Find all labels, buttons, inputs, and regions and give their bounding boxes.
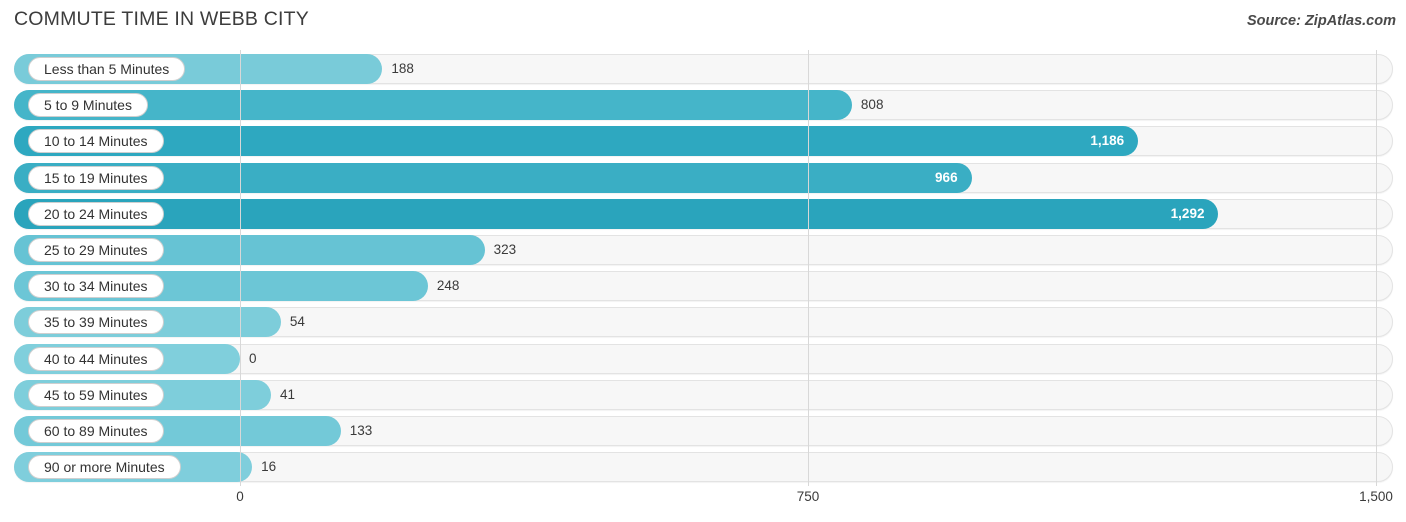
bar-value-label: 966 bbox=[935, 169, 958, 185]
bar-row[interactable]: 35 to 39 Minutes 54 bbox=[14, 307, 1393, 338]
bar-category-label: Less than 5 Minutes bbox=[28, 57, 186, 81]
bar-fill bbox=[14, 198, 1219, 229]
bar-value-label: 248 bbox=[436, 278, 460, 294]
bar-category-label: 45 to 59 Minutes bbox=[28, 382, 164, 407]
bar-row[interactable]: 40 to 44 Minutes 0 bbox=[14, 343, 1393, 374]
bar-row[interactable]: 15 to 19 Minutes 966 bbox=[14, 162, 1393, 193]
bar-row[interactable]: Less than 5 Minutes 188 bbox=[14, 54, 1393, 84]
bar-value-label: 188 bbox=[391, 61, 414, 76]
bar-row[interactable]: 20 to 24 Minutes 1,292 bbox=[14, 198, 1393, 229]
bar-value-label: 1,292 bbox=[1170, 205, 1205, 221]
bar-category-label: 60 to 89 Minutes bbox=[28, 419, 164, 443]
commute-time-bar-chart: COMMUTE TIME IN WEBB CITY Source: ZipAtl… bbox=[0, 0, 1406, 522]
bar-category-label: 35 to 39 Minutes bbox=[28, 310, 164, 335]
bar-row[interactable]: 60 to 89 Minutes 133 bbox=[14, 416, 1393, 446]
page-title: COMMUTE TIME IN WEBB CITY bbox=[14, 8, 309, 30]
x-axis: 0 750 1,500 bbox=[0, 486, 1406, 522]
bar-value-label: 133 bbox=[349, 423, 373, 438]
bar-row[interactable]: 10 to 14 Minutes 1,186 bbox=[14, 126, 1393, 157]
plot-area: Less than 5 Minutes 188 5 to 9 Minutes 808 1… bbox=[0, 50, 1406, 486]
bar-value-label: 54 bbox=[289, 314, 305, 330]
x-axis-tick-label: 750 bbox=[796, 489, 820, 504]
bar-category-label: 25 to 29 Minutes bbox=[28, 238, 164, 262]
bar-value-label: 808 bbox=[860, 97, 884, 113]
x-axis-tick-label: 1,500 bbox=[1359, 489, 1393, 504]
bar-value-label: 323 bbox=[493, 242, 517, 257]
bar-value-label: 1,186 bbox=[1090, 133, 1125, 149]
bar-value-label: 0 bbox=[249, 350, 257, 366]
bar-category-label: 40 to 44 Minutes bbox=[28, 346, 164, 371]
bar-row[interactable]: 25 to 29 Minutes 323 bbox=[14, 235, 1393, 265]
bar-row[interactable]: 90 or more Minutes 16 bbox=[14, 452, 1393, 483]
bar-category-label: 5 to 9 Minutes bbox=[28, 93, 148, 118]
bar-row[interactable]: 45 to 59 Minutes 41 bbox=[14, 379, 1393, 410]
x-axis-tick-label: 0 bbox=[236, 489, 244, 504]
bar-category-label: 90 or more Minutes bbox=[28, 455, 181, 480]
bar-category-label: 20 to 24 Minutes bbox=[28, 201, 164, 226]
bar-category-label: 30 to 34 Minutes bbox=[28, 274, 164, 299]
bar-row[interactable]: 30 to 34 Minutes 248 bbox=[14, 271, 1393, 302]
bar-value-label: 16 bbox=[261, 459, 277, 475]
bar-category-label: 15 to 19 Minutes bbox=[28, 165, 164, 190]
bar-fill bbox=[14, 126, 1139, 157]
bar-category-label: 10 to 14 Minutes bbox=[28, 129, 164, 154]
bar-value-label: 41 bbox=[280, 386, 296, 402]
bar-row[interactable]: 5 to 9 Minutes 808 bbox=[14, 90, 1393, 121]
source-attribution: Source: ZipAtlas.com bbox=[1246, 13, 1396, 29]
